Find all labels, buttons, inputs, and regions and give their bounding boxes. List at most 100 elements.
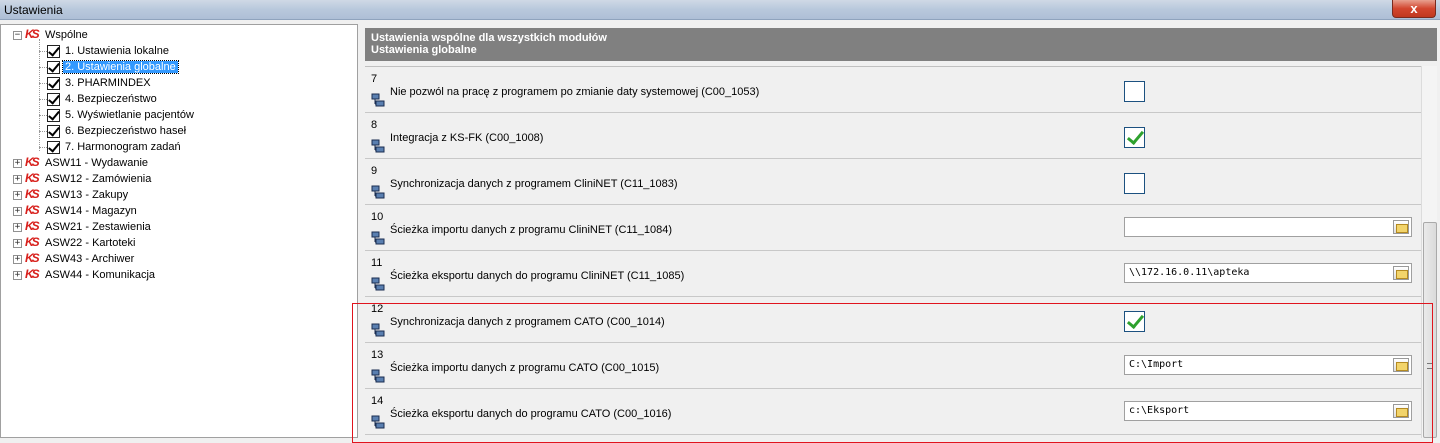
checkmark-icon: [47, 140, 60, 154]
path-input-field[interactable]: C:\Import: [1124, 355, 1412, 375]
checkmark-icon: [47, 92, 60, 106]
tree-node-module[interactable]: + KS ASW11 - Wydawanie: [13, 155, 150, 171]
folder-browse-icon[interactable]: [1393, 404, 1409, 418]
panel-header: Ustawienia wspólne dla wszystkich modułó…: [365, 28, 1437, 61]
ks-logo-icon: KS: [25, 187, 40, 201]
settings-grid: 7 Nie pozwól na pracę z programem po zmia…: [365, 66, 1421, 438]
expand-icon[interactable]: +: [13, 222, 22, 232]
checkmark-icon: [47, 124, 60, 138]
folder-browse-icon[interactable]: [1393, 266, 1409, 280]
scrollbar-thumb[interactable]: [1423, 222, 1437, 438]
tree-node-setting[interactable]: 3. PHARMINDEX: [47, 75, 153, 91]
tree-connector: [39, 131, 47, 132]
splitter-handle[interactable]: [358, 24, 365, 438]
setting-row: 13 Ścieżka importu danych z programu CATO…: [365, 343, 1421, 389]
collapse-icon[interactable]: −: [13, 30, 22, 40]
setting-row: 12 Synchronizacja danych z programem CATO…: [365, 297, 1421, 343]
setting-checkbox[interactable]: [1124, 81, 1145, 102]
vertical-scrollbar[interactable]: [1421, 66, 1437, 438]
expand-icon[interactable]: +: [13, 174, 22, 184]
tree-node-label: 6. Bezpieczeństwo haseł: [65, 125, 187, 137]
tree-node-setting[interactable]: 1. Ustawienia lokalne: [47, 43, 171, 59]
setting-number: 8: [371, 119, 378, 131]
ks-logo-icon: KS: [25, 155, 40, 169]
window-title: Ustawienia: [4, 3, 63, 17]
path-value: C:\Import: [1129, 359, 1184, 370]
setting-checkbox[interactable]: [1124, 173, 1145, 194]
tree-connector: [39, 67, 47, 68]
setting-checkbox[interactable]: [1124, 311, 1145, 332]
scrollbar-grip-icon: [1427, 363, 1433, 369]
computer-network-icon: [371, 231, 385, 245]
computer-network-icon: [371, 323, 385, 337]
setting-number: 11: [371, 257, 383, 269]
tree-node-label: 7. Harmonogram zadań: [65, 141, 181, 153]
tree-connector: [39, 147, 47, 148]
tree-node-label: ASW11 - Wydawanie: [45, 157, 149, 169]
tree-node-module[interactable]: + KS ASW12 - Zamówienia: [13, 171, 153, 187]
folder-browse-icon[interactable]: [1393, 358, 1409, 372]
setting-number: 9: [371, 165, 378, 177]
tree-connector: [39, 115, 47, 116]
close-button[interactable]: x: [1392, 0, 1436, 18]
setting-label: Integracja z KS-FK (C00_1008): [390, 132, 544, 144]
tree-node-label: 2. Ustawienia globalne: [62, 60, 179, 74]
panel-header-subtitle: Ustawienia globalne: [371, 44, 477, 56]
tree-node-module[interactable]: + KS ASW43 - Archiwer: [13, 251, 136, 267]
expand-icon[interactable]: +: [13, 158, 22, 168]
tree-node-setting[interactable]: 6. Bezpieczeństwo haseł: [47, 123, 188, 139]
tree-node-module[interactable]: + KS ASW22 - Kartoteki: [13, 235, 137, 251]
ks-logo-icon: KS: [25, 267, 40, 281]
tree-node-label: ASW21 - Zestawienia: [45, 221, 151, 233]
tree-node-label: ASW22 - Kartoteki: [45, 237, 136, 249]
expand-icon[interactable]: +: [13, 254, 22, 264]
tree-node-module[interactable]: + KS ASW21 - Zestawienia: [13, 219, 153, 235]
tree-node-label: 3. PHARMINDEX: [65, 77, 151, 89]
checkmark-icon: [47, 60, 60, 74]
tree-node-label: 5. Wyświetlanie pacjentów: [65, 109, 194, 121]
tree-node-module[interactable]: + KS ASW13 - Zakupy: [13, 187, 130, 203]
tree-node-setting[interactable]: 2. Ustawienia globalne: [47, 59, 179, 75]
tree-node-setting[interactable]: 5. Wyświetlanie pacjentów: [47, 107, 196, 123]
path-input-field[interactable]: c:\Eksport: [1124, 401, 1412, 421]
expand-icon[interactable]: +: [13, 238, 22, 248]
setting-row: 9 Synchronizacja danych z programem Clini…: [365, 159, 1421, 205]
tree-node-module[interactable]: + KS ASW44 - Komunikacja: [13, 267, 157, 283]
setting-label: Nie pozwól na pracę z programem po zmian…: [390, 86, 760, 98]
setting-label: Ścieżka importu danych z programu CATO (…: [390, 362, 660, 374]
tree-node-label: ASW43 - Archiwer: [45, 253, 135, 265]
tree-node-label: 1. Ustawienia lokalne: [65, 45, 169, 57]
settings-tree: − KS Wspólne 1. Ustawienia lokalne 2. Ustawi…: [0, 24, 358, 438]
tree-node-setting[interactable]: 4. Bezpieczeństwo: [47, 91, 159, 107]
expand-icon[interactable]: +: [13, 190, 22, 200]
setting-row: 10 Ścieżka importu danych z programu Clin…: [365, 205, 1421, 251]
tree-node-setting[interactable]: 7. Harmonogram zadań: [47, 139, 183, 155]
ks-logo-icon: KS: [25, 171, 40, 185]
tree-node-module[interactable]: + KS ASW14 - Magazyn: [13, 203, 139, 219]
setting-label: Ścieżka eksportu danych do programu CATO…: [390, 408, 672, 420]
tree-node-label: ASW12 - Zamówienia: [45, 173, 152, 185]
tree-node-label: 4. Bezpieczeństwo: [65, 93, 157, 105]
computer-network-icon: [371, 415, 385, 429]
setting-label: Ścieżka eksportu danych do programu Clin…: [390, 270, 685, 282]
tree-node-label: ASW14 - Magazyn: [45, 205, 137, 217]
setting-checkbox[interactable]: [1124, 127, 1145, 148]
setting-row: 11 Ścieżka eksportu danych do programu Cl…: [365, 251, 1421, 297]
expand-icon[interactable]: +: [13, 206, 22, 216]
expand-icon[interactable]: +: [13, 270, 22, 280]
tree-connector: [39, 39, 40, 151]
computer-network-icon: [371, 277, 385, 291]
path-input-field[interactable]: [1124, 217, 1412, 237]
folder-browse-icon[interactable]: [1393, 220, 1409, 234]
setting-number: 13: [371, 349, 384, 361]
setting-row: 14 Ścieżka eksportu danych do programu CA…: [365, 389, 1421, 435]
checkmark-icon: [47, 44, 60, 58]
ks-logo-icon: KS: [25, 203, 40, 217]
panel-header-title: Ustawienia wspólne dla wszystkich modułó…: [371, 32, 607, 44]
tree-node-wspolne[interactable]: − KS Wspólne: [13, 27, 90, 43]
setting-label: Ścieżka importu danych z programu CliniN…: [390, 224, 673, 236]
computer-network-icon: [371, 369, 385, 383]
settings-panel: Ustawienia wspólne dla wszystkich modułó…: [365, 28, 1440, 438]
path-input-field[interactable]: \\172.16.0.11\apteka: [1124, 263, 1412, 283]
tree-connector: [39, 99, 47, 100]
